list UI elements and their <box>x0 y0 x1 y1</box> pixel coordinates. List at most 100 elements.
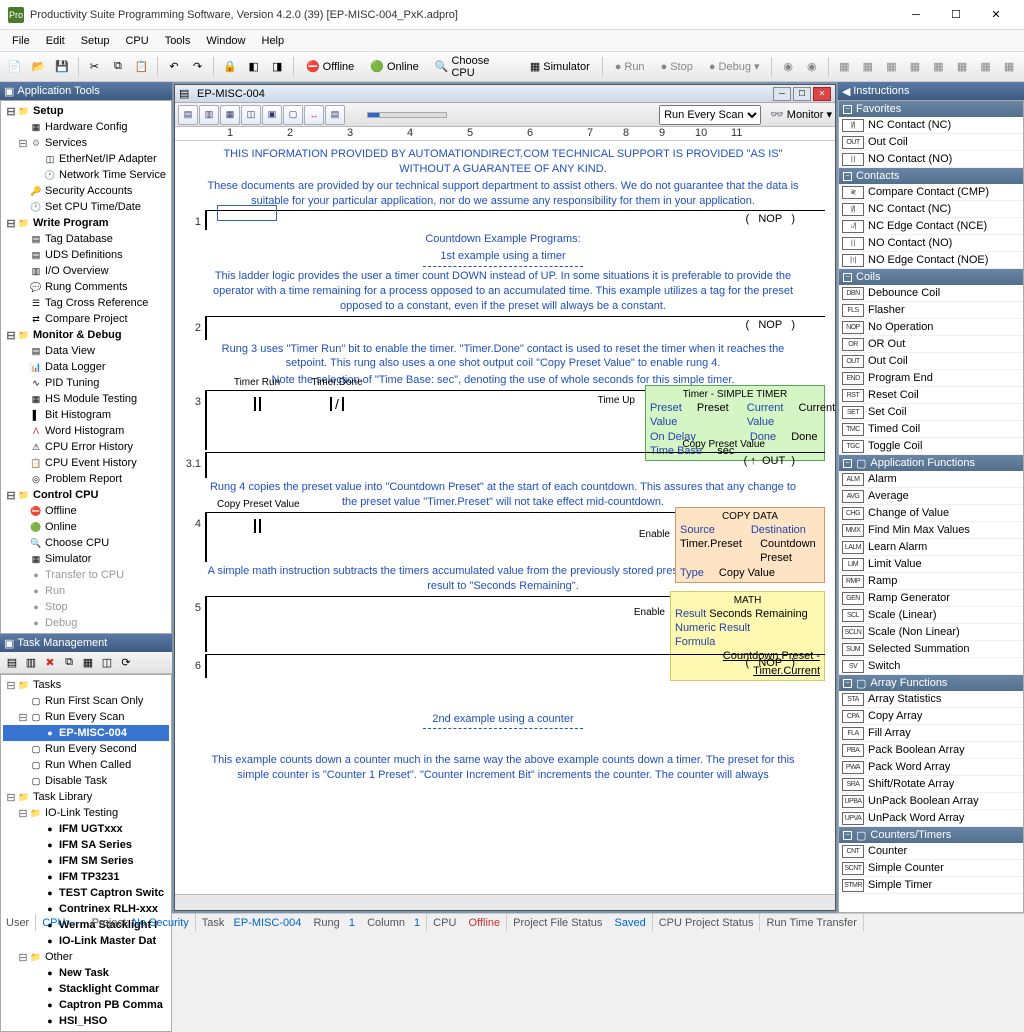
rung-2[interactable]: 2 ( NOP ) <box>181 316 825 340</box>
tree-c-online[interactable]: 🟢Online <box>3 519 169 535</box>
ladder-editor[interactable]: THIS INFORMATION PROVIDED BY AUTOMATIOND… <box>175 141 835 894</box>
inst-no[interactable]: | |NO Contact (NO) <box>839 151 1023 168</box>
tb-x9[interactable]: ▦ <box>975 56 997 78</box>
editor-max[interactable]: ☐ <box>793 87 811 101</box>
tb-choose-cpu[interactable]: 🔍Choose CPU <box>428 52 521 82</box>
editor-monitor[interactable]: 👓Monitor▾ <box>770 108 832 121</box>
inst-lalm[interactable]: LALMLearn Alarm <box>839 539 1023 556</box>
inst-no2[interactable]: | |NO Contact (NO) <box>839 235 1023 252</box>
inst-set[interactable]: SETSet Coil <box>839 404 1023 421</box>
tree-dataview[interactable]: ▤Data View <box>3 343 169 359</box>
editor-min[interactable]: ─ <box>773 87 791 101</box>
tb-x7[interactable]: ▦ <box>928 56 950 78</box>
rung-4[interactable]: 4 Copy Preset Value Enable COPY DATA Sou… <box>181 512 825 562</box>
task-iolink[interactable]: ⊟📁IO-Link Testing <box>3 805 169 821</box>
editor-hscroll[interactable] <box>175 894 835 910</box>
inst-noe[interactable]: |↑|NO Edge Contact (NOE) <box>839 252 1023 269</box>
tree-c-choose[interactable]: 🔍Choose CPU <box>3 535 169 551</box>
window-close[interactable]: ✕ <box>976 1 1016 29</box>
inst-tmc[interactable]: TMCTimed Coil <box>839 421 1023 438</box>
tb-misc2[interactable]: ◨ <box>266 56 288 78</box>
inst-nc[interactable]: |/|NC Contact (NC) <box>839 117 1023 134</box>
inst-mmx[interactable]: MMXFind Min Max Values <box>839 522 1023 539</box>
tasktb-2[interactable]: ▥ <box>22 654 40 672</box>
task-stacklight[interactable]: ●Stacklight Commar <box>3 981 169 997</box>
tree-c-sim[interactable]: ▦Simulator <box>3 551 169 567</box>
menu-cpu[interactable]: CPU <box>117 33 156 49</box>
grp-appfn[interactable]: −▢Application Functions <box>839 455 1023 471</box>
tree-cpu-event[interactable]: 📋CPU Event History <box>3 455 169 471</box>
tree-uds[interactable]: ▤UDS Definitions <box>3 247 169 263</box>
tree-monitor-debug[interactable]: ⊟📁Monitor & Debug <box>3 327 169 343</box>
etb-7[interactable]: ↔ <box>304 105 324 125</box>
tree-bithist[interactable]: ▌Bit Histogram <box>3 407 169 423</box>
tree-pid[interactable]: ∿PID Tuning <box>3 375 169 391</box>
tb-x10[interactable]: ▦ <box>998 56 1020 78</box>
tree-c-offline[interactable]: ⛔Offline <box>3 503 169 519</box>
menu-edit[interactable]: Edit <box>38 33 73 49</box>
inst-stmr[interactable]: STMRSimple Timer <box>839 877 1023 894</box>
tb-offline[interactable]: ⛔Offline <box>299 57 361 76</box>
tb-save[interactable]: 💾 <box>51 56 73 78</box>
etb-1[interactable]: ▤ <box>178 105 198 125</box>
tasktb-6[interactable]: ◫ <box>98 654 116 672</box>
grp-arrfn[interactable]: −▢Array Functions <box>839 675 1023 691</box>
tb-x8[interactable]: ▦ <box>951 56 973 78</box>
inst-fls[interactable]: FLSFlasher <box>839 302 1023 319</box>
inst-ssum[interactable]: SUMSelected Summation <box>839 641 1023 658</box>
rung-3-1[interactable]: 3.1 Copy Preset Value ( ↑ OUT ) <box>181 452 825 478</box>
rung-5[interactable]: 5 Enable MATH Result Seconds Remaining N… <box>181 596 825 652</box>
inst-nce[interactable]: ↓/|NC Edge Contact (NCE) <box>839 218 1023 235</box>
etb-5[interactable]: ▣ <box>262 105 282 125</box>
tb-stop[interactable]: ●Stop <box>654 58 700 76</box>
tb-x3[interactable]: ▦ <box>834 56 856 78</box>
etb-3[interactable]: ▦ <box>220 105 240 125</box>
tb-x6[interactable]: ▦ <box>904 56 926 78</box>
editor-runmode[interactable]: Run Every Scan <box>659 105 761 125</box>
task-tasks[interactable]: ⊟📁Tasks <box>3 677 169 693</box>
inst-rgen[interactable]: GENRamp Generator <box>839 590 1023 607</box>
inst-fla[interactable]: FLAFill Array <box>839 725 1023 742</box>
tb-debug[interactable]: ●Debug▾ <box>702 57 767 76</box>
tb-paste[interactable]: 📋 <box>131 56 153 78</box>
tb-open[interactable]: 📂 <box>28 56 50 78</box>
inst-uwa[interactable]: UPVAUnPack Word Array <box>839 810 1023 827</box>
tb-x4[interactable]: ▦ <box>857 56 879 78</box>
task-epmisc[interactable]: ●EP-MISC-004 <box>3 725 169 741</box>
inst-rst[interactable]: RSTReset Coil <box>839 387 1023 404</box>
task-captronpb[interactable]: ●Captron PB Comma <box>3 997 169 1013</box>
task-captron[interactable]: ●TEST Captron Switc <box>3 885 169 901</box>
inst-cnt[interactable]: CNTCounter <box>839 843 1023 860</box>
tb-x1[interactable]: ◉ <box>777 56 799 78</box>
tb-simulator[interactable]: ▦Simulator <box>523 57 597 76</box>
tree-io-overview[interactable]: ▥I/O Overview <box>3 263 169 279</box>
menu-tools[interactable]: Tools <box>157 33 199 49</box>
inst-or[interactable]: OROR Out <box>839 336 1023 353</box>
inst-out2[interactable]: OUTOut Coil <box>839 353 1023 370</box>
inst-avg[interactable]: AVGAverage <box>839 488 1023 505</box>
task-hsihso[interactable]: ●HSI_HSO <box>3 1013 169 1029</box>
inst-uba[interactable]: UPBAUnPack Boolean Array <box>839 793 1023 810</box>
inst-alm[interactable]: ALMAlarm <box>839 471 1023 488</box>
tb-copy[interactable]: ⧉ <box>107 56 129 78</box>
tree-datalogger[interactable]: 📊Data Logger <box>3 359 169 375</box>
tree-c-transfer[interactable]: ●Transfer to CPU <box>3 567 169 583</box>
grp-favorites[interactable]: −Favorites <box>839 101 1023 117</box>
etb-4[interactable]: ◫ <box>241 105 261 125</box>
tree-security[interactable]: 🔑Security Accounts <box>3 183 169 199</box>
tree-wordhist[interactable]: ɅWord Histogram <box>3 423 169 439</box>
tree-ethernetip[interactable]: ◫EtherNet/IP Adapter <box>3 151 169 167</box>
inst-pwa[interactable]: PWAPack Word Array <box>839 759 1023 776</box>
inst-cmp[interactable]: ≷Compare Contact (CMP) <box>839 184 1023 201</box>
tree-hsmodule[interactable]: ▦HS Module Testing <box>3 391 169 407</box>
task-runfirst[interactable]: ▢Run First Scan Only <box>3 693 169 709</box>
window-minimize[interactable]: ─ <box>896 1 936 29</box>
tree-c-stop[interactable]: ●Stop <box>3 599 169 615</box>
tasktb-1[interactable]: ▤ <box>3 654 21 672</box>
tb-redo[interactable]: ↷ <box>187 56 209 78</box>
inst-out[interactable]: OUTOut Coil <box>839 134 1023 151</box>
task-ifmsa[interactable]: ●IFM SA Series <box>3 837 169 853</box>
tb-lock[interactable]: 🔒 <box>219 56 241 78</box>
grp-coils[interactable]: −Coils <box>839 269 1023 285</box>
tree-cpu-error[interactable]: ⚠CPU Error History <box>3 439 169 455</box>
